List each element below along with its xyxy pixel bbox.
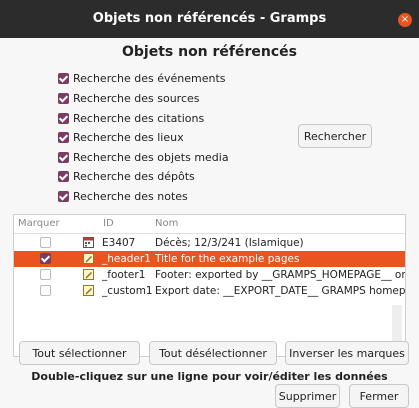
checkbox-icon[interactable] (58, 190, 69, 202)
option-label: Recherche des citations (73, 111, 205, 125)
row-id: E3407 (102, 237, 136, 249)
option-label: Recherche des objets media (73, 150, 229, 164)
help-text: Double-cliquez sur une ligne pour voir/é… (31, 370, 388, 383)
table-row-selected[interactable]: _header1 Title for the example pages (14, 251, 405, 267)
row-checkbox[interactable] (40, 285, 51, 296)
note-icon (83, 253, 94, 264)
invert-marks-button[interactable]: Inverser les marques (285, 341, 409, 365)
table-row[interactable]: _footer1 Footer: exported by __GRAMPS_HO… (14, 267, 405, 283)
row-id: _custom1 (102, 285, 153, 297)
option-repositories[interactable]: Recherche des dépôts (58, 168, 195, 184)
option-media[interactable]: Recherche des objets media (58, 149, 229, 165)
checkbox-icon[interactable] (58, 151, 69, 163)
option-sources[interactable]: Recherche des sources (58, 90, 200, 106)
close-icon[interactable]: × (398, 13, 412, 27)
table-header: Marquer ID Nom (14, 215, 405, 234)
row-id: _header1 (102, 253, 151, 265)
option-notes[interactable]: Recherche des notes (58, 188, 188, 204)
column-header-id[interactable]: ID (103, 218, 114, 229)
option-events[interactable]: Recherche des événements (58, 70, 226, 86)
window-title: Objets non référencés - Gramps (92, 11, 327, 26)
checkbox-icon[interactable] (58, 72, 69, 84)
row-name: Export date: __EXPORT_DATE__ GRAMPS home… (155, 285, 405, 297)
option-label: Recherche des lieux (73, 130, 184, 144)
note-icon (83, 269, 94, 280)
checkbox-icon[interactable] (58, 112, 69, 124)
event-icon (83, 237, 94, 248)
row-checkbox[interactable] (40, 237, 51, 248)
option-places[interactable]: Recherche des lieux (58, 129, 184, 145)
delete-button[interactable]: Supprimer (275, 384, 340, 408)
row-name: Décès; 12/3/241 (Islamique) (155, 237, 304, 249)
note-icon (83, 285, 94, 296)
option-citations[interactable]: Recherche des citations (58, 110, 204, 126)
close-button[interactable]: Fermer (349, 384, 409, 408)
column-header-mark[interactable]: Marquer (18, 218, 60, 229)
unreferenced-objects-dialog: Objets non référencés - Gramps × Objets … (0, 0, 419, 408)
table-row[interactable]: _custom1 Export date: __EXPORT_DATE__ GR… (14, 283, 405, 299)
row-checkbox[interactable] (40, 269, 51, 280)
table-row[interactable]: E3407 Décès; 12/3/241 (Islamique) (14, 235, 405, 251)
row-id: _footer1 (102, 269, 146, 281)
dialog-heading: Objets non référencés (121, 44, 298, 60)
checkbox-icon[interactable] (58, 92, 69, 104)
option-label: Recherche des notes (73, 189, 188, 203)
results-table: Marquer ID Nom E3407 Décès; 12/3/241 (Is… (13, 214, 406, 357)
option-label: Recherche des sources (73, 91, 200, 105)
column-header-name[interactable]: Nom (155, 218, 178, 229)
row-checkbox[interactable] (40, 253, 51, 264)
deselect-all-button[interactable]: Tout désélectionner (149, 341, 277, 365)
row-name: Footer: exported by __GRAMPS_HOMEPAGE__ … (155, 269, 405, 281)
titlebar: Objets non référencés - Gramps × (0, 0, 419, 38)
checkbox-icon[interactable] (58, 131, 69, 143)
select-all-button[interactable]: Tout sélectionner (19, 341, 140, 365)
option-label: Recherche des événements (73, 71, 226, 85)
checkbox-icon[interactable] (58, 170, 69, 182)
search-button[interactable]: Rechercher (298, 124, 372, 148)
row-name: Title for the example pages (155, 253, 300, 265)
option-label: Recherche des dépôts (73, 169, 195, 183)
